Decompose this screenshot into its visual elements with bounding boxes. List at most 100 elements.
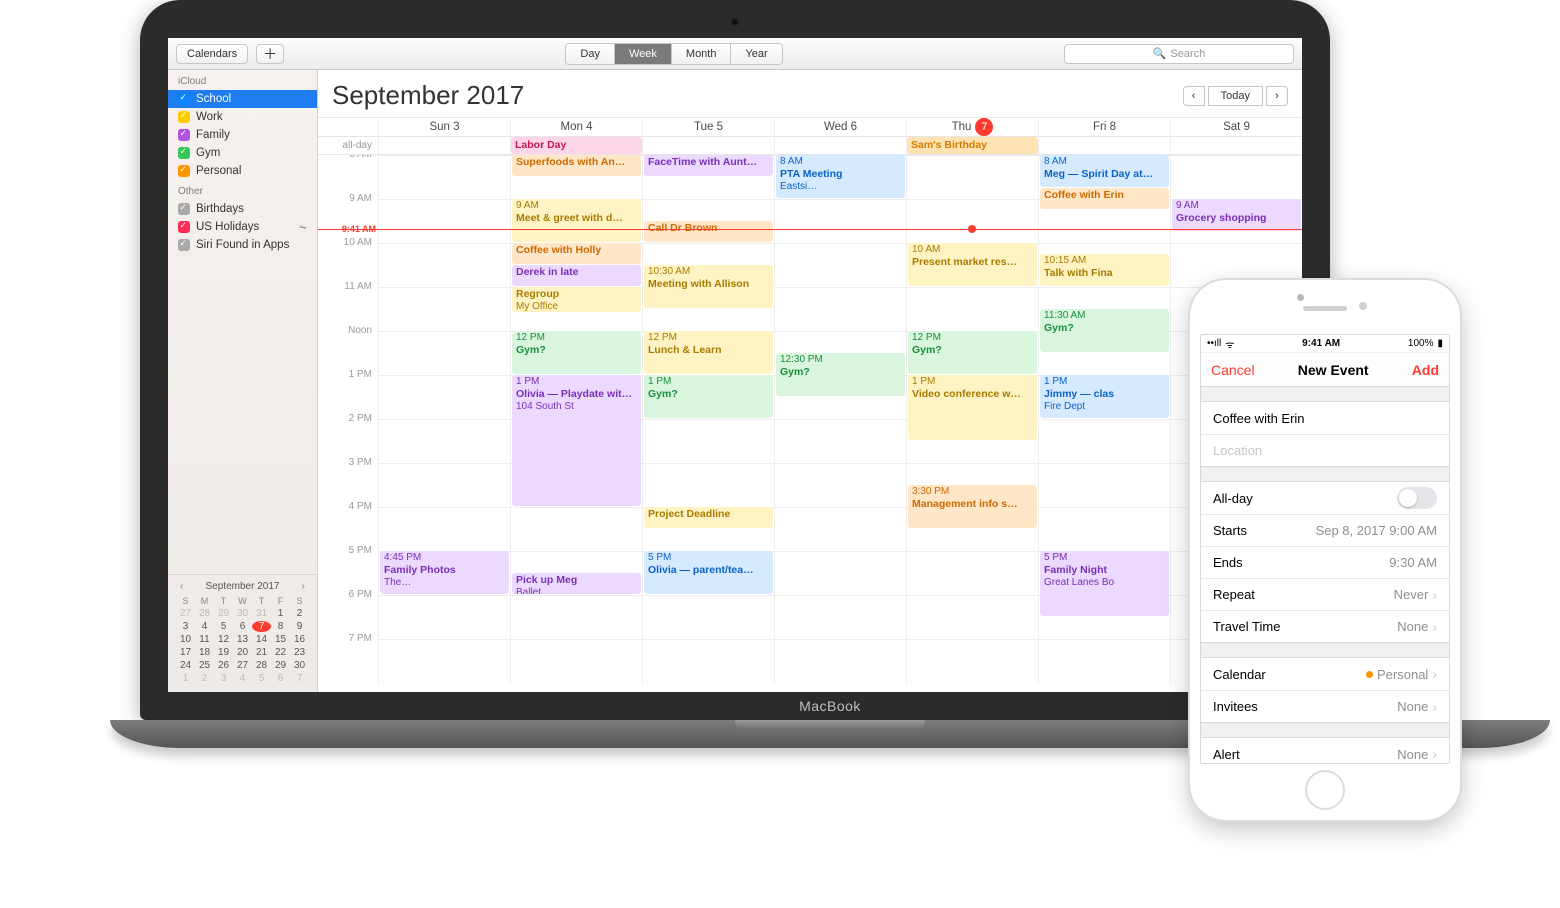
mini-day[interactable]: 6 (233, 621, 252, 632)
mini-day[interactable]: 13 (233, 634, 252, 645)
day-column[interactable]: 10 AMPresent market res…12 PMGym?1 PMVid… (906, 155, 1038, 683)
mini-day[interactable]: 16 (290, 634, 309, 645)
mini-day[interactable]: 26 (214, 660, 233, 671)
allday-event[interactable]: Labor Day (511, 137, 642, 154)
calendar-event[interactable]: 1 PMJimmy — clasFire Dept (1040, 375, 1169, 418)
mini-day[interactable]: 2 (290, 608, 309, 619)
sidebar-calendar-item[interactable]: Work (168, 108, 317, 126)
sidebar-calendar-item[interactable]: Gym (168, 144, 317, 162)
mini-day[interactable]: 30 (290, 660, 309, 671)
calendar-event[interactable]: 11:30 AMGym? (1040, 309, 1169, 352)
calendar-event[interactable]: Superfoods with An… (512, 155, 641, 176)
calendar-event[interactable]: 10:30 AMMeeting with Allison (644, 265, 773, 308)
iphone-home-button[interactable] (1305, 770, 1345, 810)
mini-day[interactable]: 1 (176, 673, 195, 684)
calendar-event[interactable]: 1 PMOlivia — Playdate with Brie104 South… (512, 375, 641, 506)
sidebar-calendar-item[interactable]: Personal (168, 162, 317, 180)
mini-next[interactable]: › (298, 581, 309, 592)
calendar-checkbox[interactable] (178, 221, 190, 233)
calendar-event[interactable]: Coffee with Holly (512, 243, 641, 264)
calendar-event[interactable]: 5 PMOlivia — parent/tea… (644, 551, 773, 594)
day-header[interactable]: Mon 4 (510, 118, 642, 136)
mini-day[interactable]: 3 (214, 673, 233, 684)
repeat-row[interactable]: Repeat Never› (1201, 578, 1449, 610)
sidebar-calendar-item[interactable]: School (168, 90, 317, 108)
calendar-event[interactable]: RegroupMy Office (512, 287, 641, 312)
allday-toggle-row[interactable]: All-day (1201, 482, 1449, 514)
day-column[interactable]: 8 AMMeg — Spirit Day at…Coffee with Erin… (1038, 155, 1170, 683)
calendar-event[interactable]: Call Dr Brown (644, 221, 773, 242)
mini-day[interactable]: 23 (290, 647, 309, 658)
calendar-checkbox[interactable] (178, 147, 190, 159)
search-input[interactable]: 🔍 Search (1064, 44, 1294, 64)
mini-day[interactable]: 3 (176, 621, 195, 632)
add-event-button[interactable]: ＋ (256, 44, 284, 64)
mini-day[interactable]: 25 (195, 660, 214, 671)
ends-row[interactable]: Ends 9:30 AM (1201, 546, 1449, 578)
calendar-event[interactable]: 8 AMMeg — Spirit Day at… (1040, 155, 1169, 187)
view-month[interactable]: Month (672, 44, 732, 64)
mini-day[interactable]: 19 (214, 647, 233, 658)
mini-day[interactable]: 7 (252, 621, 271, 632)
sidebar-calendar-item[interactable]: Family (168, 126, 317, 144)
sidebar-calendar-item[interactable]: Siri Found in Apps (168, 236, 317, 254)
calendars-button[interactable]: Calendars (176, 44, 248, 64)
mini-day[interactable]: 27 (233, 660, 252, 671)
calendar-event[interactable]: 10:15 AMTalk with Fina (1040, 254, 1169, 286)
mini-day[interactable]: 8 (271, 621, 290, 632)
traveltime-row[interactable]: Travel Time None› (1201, 610, 1449, 642)
allday-toggle[interactable] (1397, 487, 1437, 509)
calendar-checkbox[interactable] (178, 129, 190, 141)
mini-day[interactable]: 9 (290, 621, 309, 632)
cancel-button[interactable]: Cancel (1211, 362, 1255, 378)
mini-day[interactable]: 10 (176, 634, 195, 645)
day-header[interactable]: Wed 6 (774, 118, 906, 136)
mini-day[interactable]: 4 (233, 673, 252, 684)
calendar-event[interactable]: Project Deadline (644, 507, 773, 528)
mini-day[interactable]: 20 (233, 647, 252, 658)
mini-day[interactable]: 5 (214, 621, 233, 632)
calendar-checkbox[interactable] (178, 239, 190, 251)
mini-day[interactable]: 1 (271, 608, 290, 619)
calendar-event[interactable]: 3:30 PMManagement info s… (908, 485, 1037, 528)
mini-day[interactable]: 6 (271, 673, 290, 684)
prev-week[interactable]: ‹ (1183, 86, 1205, 106)
mini-day[interactable]: 28 (252, 660, 271, 671)
next-week[interactable]: › (1266, 86, 1288, 106)
calendar-event[interactable]: Pick up MegBallet… (512, 573, 641, 594)
week-grid[interactable]: 8 AM9 AM10 AM11 AMNoon1 PM2 PM3 PM4 PM5 … (318, 155, 1302, 692)
day-header[interactable]: Tue 5 (642, 118, 774, 136)
calendar-checkbox[interactable] (178, 93, 190, 105)
calendar-event[interactable]: 5 PMFamily NightGreat Lanes Bo (1040, 551, 1169, 616)
calendar-event[interactable]: 9 AMGrocery shopping (1172, 199, 1301, 231)
event-title-field[interactable]: Coffee with Erin (1201, 402, 1449, 434)
calendar-event[interactable]: Coffee with Erin (1040, 188, 1169, 209)
calendar-event[interactable]: 9 AMMeet & greet with d… (512, 199, 641, 242)
view-day[interactable]: Day (566, 44, 615, 64)
mini-day[interactable]: 29 (271, 660, 290, 671)
mini-day[interactable]: 15 (271, 634, 290, 645)
mini-day[interactable]: 17 (176, 647, 195, 658)
view-year[interactable]: Year (731, 44, 781, 64)
calendar-checkbox[interactable] (178, 111, 190, 123)
sidebar-calendar-item[interactable]: US Holidays⏦ (168, 218, 317, 236)
mini-day[interactable]: 2 (195, 673, 214, 684)
calendar-event[interactable]: 12 PMGym? (512, 331, 641, 374)
calendar-checkbox[interactable] (178, 165, 190, 177)
calendar-event[interactable]: Derek in late (512, 265, 641, 286)
day-column[interactable]: FaceTime with Aunt…Call Dr Brown10:30 AM… (642, 155, 774, 683)
invitees-row[interactable]: Invitees None› (1201, 690, 1449, 722)
event-location-field[interactable]: Location (1201, 434, 1449, 466)
mini-day[interactable]: 31 (252, 608, 271, 619)
starts-row[interactable]: Starts Sep 8, 2017 9:00 AM (1201, 514, 1449, 546)
calendar-event[interactable]: 10 AMPresent market res… (908, 243, 1037, 286)
mini-day[interactable]: 14 (252, 634, 271, 645)
mini-day[interactable]: 27 (176, 608, 195, 619)
mini-day[interactable]: 12 (214, 634, 233, 645)
day-header[interactable]: Fri 8 (1038, 118, 1170, 136)
calendar-event[interactable]: 1 PMVideo conference w… (908, 375, 1037, 440)
allday-event[interactable]: Sam's Birthday (907, 137, 1038, 154)
calendar-row[interactable]: Calendar Personal› (1201, 658, 1449, 690)
mini-day[interactable]: 24 (176, 660, 195, 671)
mini-day[interactable]: 11 (195, 634, 214, 645)
